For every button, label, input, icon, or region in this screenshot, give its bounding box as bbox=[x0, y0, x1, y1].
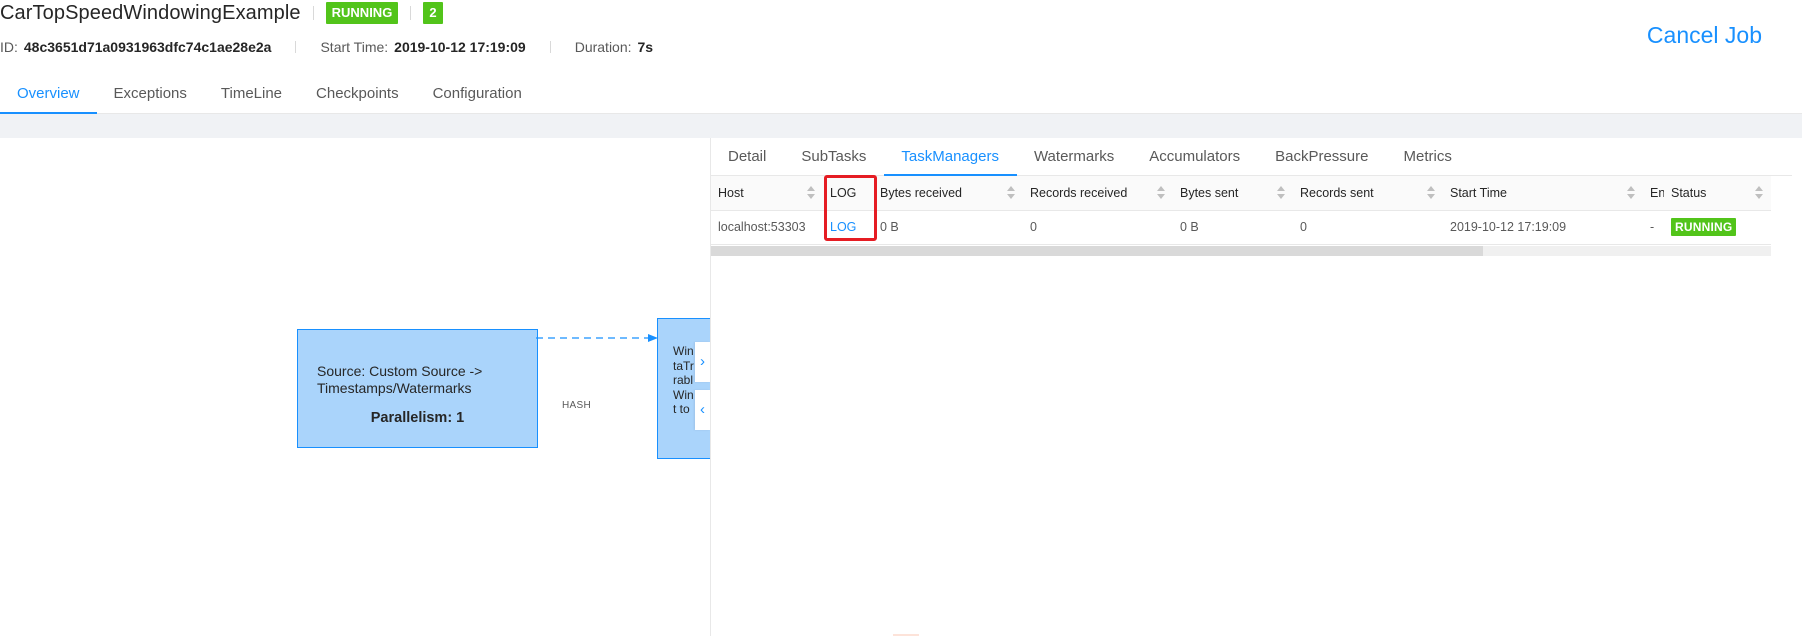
cell-log: LOG bbox=[823, 210, 873, 245]
job-id-value: 48c3651d71a0931963dfc74c1ae28e2a bbox=[23, 39, 272, 55]
cancel-job-button[interactable]: Cancel Job bbox=[1647, 22, 1762, 49]
sort-icon[interactable] bbox=[1277, 186, 1285, 200]
column-header-host[interactable]: Host bbox=[711, 176, 823, 211]
job-title: CarTopSpeedWindowingExample bbox=[0, 1, 301, 24]
cell-records-sent: 0 bbox=[1293, 210, 1443, 245]
table-row: localhost:53303 LOG 0 B 0 0 B 0 2019-10-… bbox=[711, 210, 1771, 245]
cell-end-time: - bbox=[1643, 210, 1664, 245]
header-label: LOG bbox=[830, 185, 857, 200]
column-header-records-received[interactable]: Records received bbox=[1023, 176, 1173, 211]
node-text-line: Win bbox=[673, 387, 694, 402]
log-link[interactable]: LOG bbox=[830, 220, 856, 234]
sort-icon[interactable] bbox=[1755, 186, 1763, 200]
cell-host: localhost:53303 bbox=[711, 210, 823, 245]
header-label: Bytes sent bbox=[1180, 185, 1239, 200]
chevron-right-icon[interactable]: › bbox=[695, 342, 710, 382]
column-header-end-time[interactable]: En bbox=[1643, 176, 1664, 211]
chevron-left-icon[interactable]: ‹ bbox=[695, 390, 710, 430]
column-header-bytes-sent[interactable]: Bytes sent bbox=[1173, 176, 1293, 211]
cell-bytes-sent: 0 B bbox=[1173, 210, 1293, 245]
divider bbox=[312, 6, 314, 20]
cell-records-received: 0 bbox=[1023, 210, 1173, 245]
start-time-label: Start Time: bbox=[320, 39, 389, 55]
tab-backpressure[interactable]: BackPressure bbox=[1258, 138, 1386, 176]
running-count-badge: 2 bbox=[423, 2, 443, 24]
tab-checkpoints[interactable]: Checkpoints bbox=[299, 80, 416, 114]
divider bbox=[549, 41, 551, 53]
tab-watermarks[interactable]: Watermarks bbox=[1017, 138, 1132, 176]
tab-subtasks[interactable]: SubTasks bbox=[784, 138, 884, 176]
node-text-line: taTr bbox=[673, 358, 694, 373]
sort-icon[interactable] bbox=[807, 186, 815, 200]
edge-label: HASH bbox=[562, 400, 591, 411]
tab-exceptions[interactable]: Exceptions bbox=[97, 80, 204, 114]
taskmanagers-table: Host LOG Bytes received Records received… bbox=[711, 176, 1771, 245]
node-text-line: Win bbox=[673, 344, 694, 358]
status-badge: RUNNING bbox=[1671, 218, 1737, 236]
graph-node-source[interactable]: Source: Custom Source -> Timestamps/Wate… bbox=[297, 329, 538, 448]
tab-accumulators[interactable]: Accumulators bbox=[1132, 138, 1258, 176]
divider bbox=[295, 41, 297, 53]
tab-taskmanagers[interactable]: TaskManagers bbox=[884, 138, 1017, 176]
cell-start-time: 2019-10-12 17:19:09 bbox=[1443, 210, 1643, 245]
duration-label: Duration: bbox=[574, 39, 632, 55]
sort-icon[interactable] bbox=[1157, 186, 1165, 200]
start-time-value: 2019-10-12 17:19:09 bbox=[394, 39, 526, 55]
column-header-status[interactable]: Status bbox=[1664, 176, 1771, 211]
sort-icon[interactable] bbox=[1007, 186, 1015, 200]
job-meta-row: ID: 48c3651d71a0931963dfc74c1ae28e2a Sta… bbox=[0, 39, 653, 55]
tab-overview[interactable]: Overview bbox=[0, 80, 97, 114]
node-text-line: t to bbox=[673, 402, 690, 416]
job-status-badge: RUNNING bbox=[325, 2, 399, 24]
cell-bytes-received: 0 B bbox=[873, 210, 1023, 245]
detail-tabs: Detail SubTasks TaskManagers Watermarks … bbox=[711, 138, 1792, 176]
column-header-log: LOG bbox=[823, 176, 873, 211]
table-header-row: Host LOG Bytes received Records received… bbox=[711, 176, 1771, 211]
header-label: Host bbox=[718, 185, 744, 200]
header-label: Records sent bbox=[1300, 185, 1374, 200]
graph-edge bbox=[536, 334, 658, 342]
tab-configuration[interactable]: Configuration bbox=[416, 80, 539, 114]
job-header: CarTopSpeedWindowingExample RUNNING 2 ID… bbox=[0, 0, 1802, 114]
divider bbox=[410, 6, 412, 20]
tab-timeline[interactable]: TimeLine bbox=[204, 80, 299, 114]
job-title-row: CarTopSpeedWindowingExample RUNNING 2 bbox=[0, 0, 443, 26]
content-separator bbox=[0, 114, 1802, 138]
duration-value: 7s bbox=[637, 39, 654, 55]
job-tabs: Overview Exceptions TimeLine Checkpoints… bbox=[0, 80, 539, 114]
graph-node-window[interactable]: Win taTr rabl Win t to bbox=[657, 318, 710, 459]
column-header-start-time[interactable]: Start Time bbox=[1443, 176, 1643, 211]
job-id-label: ID: bbox=[0, 39, 18, 55]
job-graph-canvas[interactable]: Source: Custom Source -> Timestamps/Wate… bbox=[0, 138, 710, 636]
sort-icon[interactable] bbox=[1427, 186, 1435, 200]
node-parallelism: Parallelism: 1 bbox=[370, 410, 465, 426]
header-label: Status bbox=[1671, 185, 1707, 200]
header-label: En bbox=[1650, 185, 1664, 200]
header-label: Start Time bbox=[1450, 185, 1507, 200]
tab-detail[interactable]: Detail bbox=[711, 138, 784, 176]
horizontal-scrollbar-thumb[interactable] bbox=[711, 246, 1483, 256]
sort-icon[interactable] bbox=[1627, 186, 1635, 200]
header-label: Bytes received bbox=[880, 185, 962, 200]
node-text-line: rabl bbox=[673, 373, 694, 387]
cell-status: RUNNING bbox=[1664, 210, 1771, 245]
node-detail-panel: Detail SubTasks TaskManagers Watermarks … bbox=[710, 138, 1802, 636]
column-header-records-sent[interactable]: Records sent bbox=[1293, 176, 1443, 211]
node-description: Source: Custom Source -> Timestamps/Wate… bbox=[317, 363, 483, 396]
header-label: Records received bbox=[1030, 185, 1128, 200]
column-header-bytes-received[interactable]: Bytes received bbox=[873, 176, 1023, 211]
tab-metrics[interactable]: Metrics bbox=[1386, 138, 1469, 176]
node-description: Win taTr rabl Win t to bbox=[673, 344, 695, 417]
